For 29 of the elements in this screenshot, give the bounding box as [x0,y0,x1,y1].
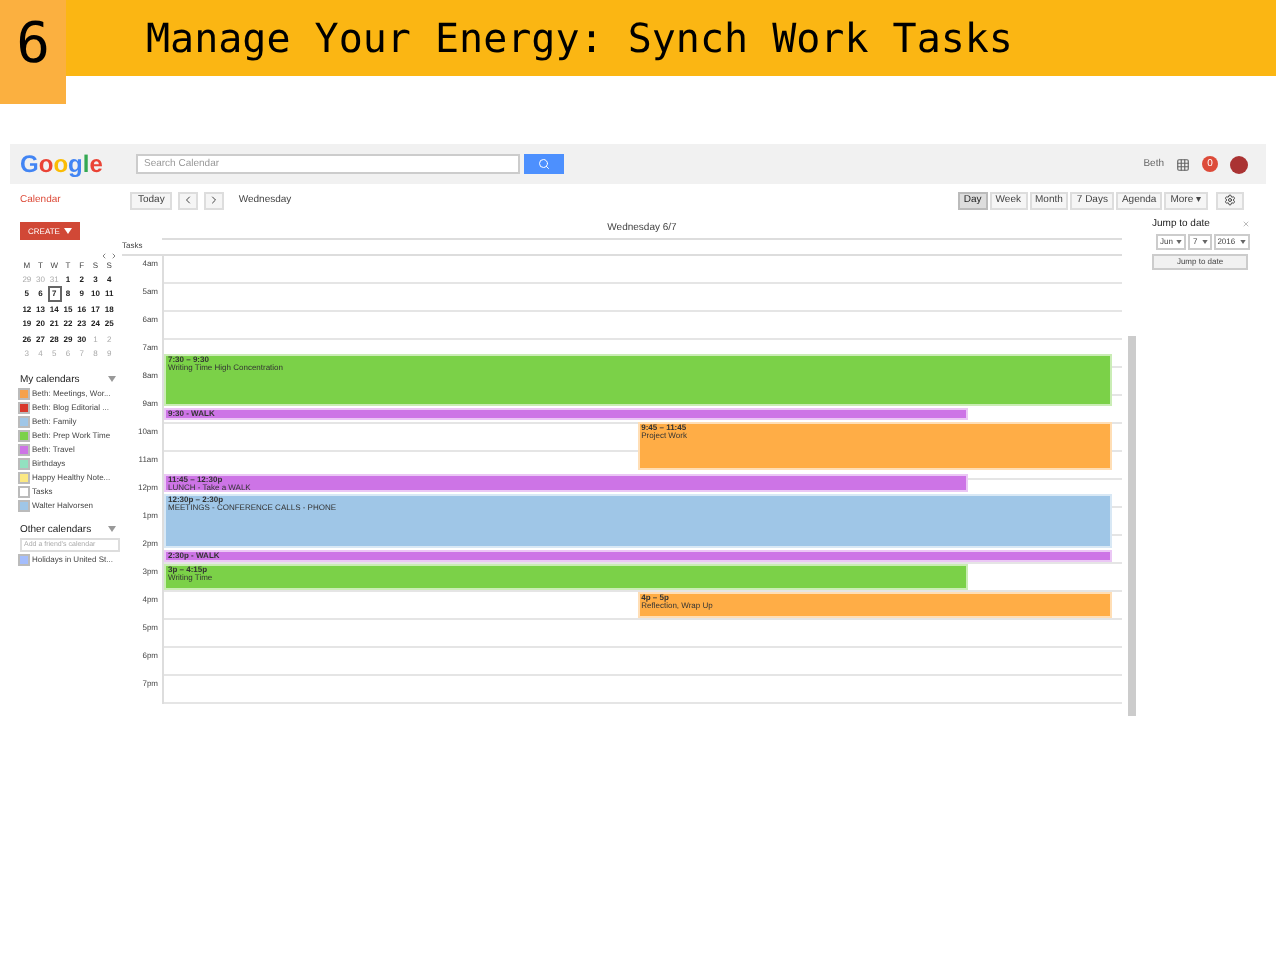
slide-number: 6 [0,0,66,104]
scrollbar[interactable] [1128,336,1136,716]
caret-icon [108,376,116,382]
calendar-color-swatch[interactable] [20,473,28,481]
calendar-color-swatch[interactable] [20,389,28,397]
chevron-right-icon [208,194,221,206]
calendar-color-swatch[interactable] [20,417,28,425]
settings-icon [1224,194,1236,206]
search-icon [538,158,550,170]
search-button[interactable] [524,154,564,174]
google-logo: Google [20,150,105,178]
avatar[interactable] [1230,155,1248,173]
caret-icon [108,526,116,532]
previous-button[interactable] [178,191,199,209]
caret-icon [1176,240,1183,244]
settings-button[interactable] [1216,191,1244,209]
caret-icon [1239,240,1246,244]
chevron-left-icon [182,194,195,206]
next-button[interactable] [204,191,225,209]
apps-grid-icon[interactable] [1176,157,1190,171]
calendar-color-swatch[interactable] [20,403,28,411]
calendar-color-swatch[interactable] [20,459,28,467]
calendar-color-swatch[interactable] [20,501,28,509]
slide-title: Manage Your Energy: Synch Work Tasks [146,12,1013,66]
calendar-color-swatch[interactable] [20,431,28,439]
caret-icon [63,228,72,234]
calendar-color-swatch[interactable] [20,555,28,563]
caret-icon [1201,240,1208,244]
calendar-color-swatch[interactable] [20,445,28,453]
